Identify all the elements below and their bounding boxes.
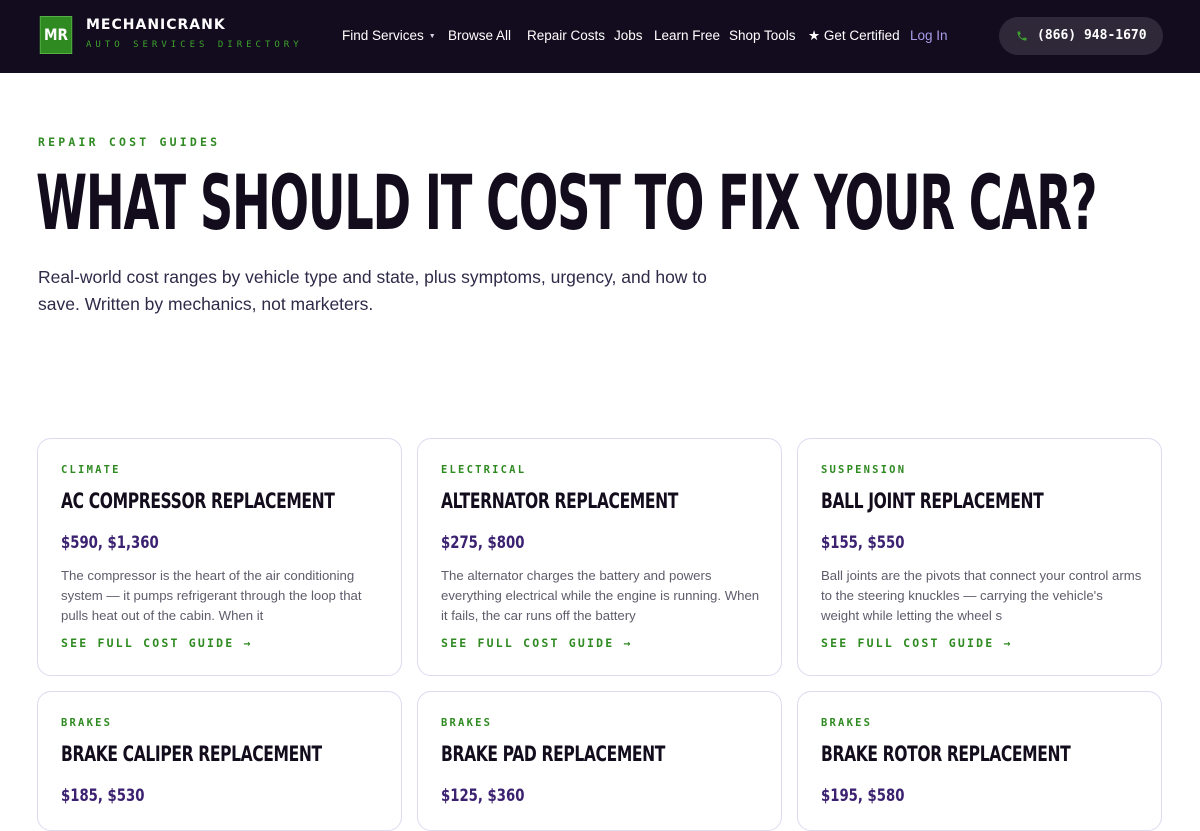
nav-jobs[interactable]: Jobs xyxy=(614,28,643,43)
card-description: The compressor is the heart of the air c… xyxy=(61,568,362,624)
card-price: $195, $580 xyxy=(821,786,905,806)
card-title[interactable]: BRAKE CALIPER REPLACEMENT xyxy=(61,742,322,766)
see-cost-guide-link[interactable]: SEE FULL COST GUIDE → xyxy=(61,636,253,650)
cost-card[interactable]: ELECTRICAL ALTERNATOR REPLACEMENT $275, … xyxy=(417,438,782,676)
phone-button[interactable]: (866) 948-1670 xyxy=(999,17,1163,55)
cost-card[interactable]: SUSPENSION BALL JOINT REPLACEMENT $155, … xyxy=(797,438,1162,676)
brand-tagline: AUTO SERVICES DIRECTORY xyxy=(86,40,303,50)
card-title[interactable]: BRAKE PAD REPLACEMENT xyxy=(441,742,665,766)
card-category: CLIMATE xyxy=(61,464,121,476)
page-title: WHAT SHOULD IT COST TO FIX YOUR CAR? xyxy=(36,158,1098,247)
card-price: $590, $1,360 xyxy=(61,533,159,553)
card-title[interactable]: BALL JOINT REPLACEMENT xyxy=(821,489,1044,513)
see-cost-guide-link[interactable]: SEE FULL COST GUIDE → xyxy=(441,636,633,650)
login-link[interactable]: Log In xyxy=(910,28,948,43)
nav-learn-free[interactable]: Learn Free xyxy=(654,28,720,43)
nav-find-services-label: Find Services xyxy=(342,28,424,43)
hero-eyebrow: REPAIR COST GUIDES xyxy=(38,135,221,149)
nav-browse-all[interactable]: Browse All xyxy=(448,28,511,43)
card-price: $125, $360 xyxy=(441,786,525,806)
card-price: $275, $800 xyxy=(441,533,525,553)
nav-get-certified[interactable]: ★ Get Certified xyxy=(808,28,900,44)
card-description: Ball joints are the pivots that connect … xyxy=(821,568,1142,624)
logo-mark[interactable]: MR xyxy=(39,16,73,54)
cost-card[interactable]: BRAKES BRAKE PAD REPLACEMENT $125, $360 xyxy=(417,691,782,831)
card-category: BRAKES xyxy=(441,717,493,729)
card-category: ELECTRICAL xyxy=(441,464,527,476)
nav-shop-tools[interactable]: Shop Tools xyxy=(729,28,796,43)
nav-repair-costs[interactable]: Repair Costs xyxy=(527,28,605,43)
brand-name[interactable]: MECHANICRANK xyxy=(86,17,226,33)
nav-find-services[interactable]: Find Services ▼ xyxy=(342,28,436,43)
card-title[interactable]: BRAKE ROTOR REPLACEMENT xyxy=(821,742,1071,766)
site-header: MR MECHANICRANK AUTO SERVICES DIRECTORY … xyxy=(0,0,1200,73)
caret-down-icon: ▼ xyxy=(428,32,436,40)
phone-icon xyxy=(1017,31,1027,41)
card-title[interactable]: ALTERNATOR REPLACEMENT xyxy=(441,489,678,513)
card-description: The alternator charges the battery and p… xyxy=(441,568,760,624)
card-title[interactable]: AC COMPRESSOR REPLACEMENT xyxy=(61,489,335,513)
phone-number: (866) 948-1670 xyxy=(1037,28,1147,43)
cost-card[interactable]: BRAKES BRAKE ROTOR REPLACEMENT $195, $58… xyxy=(797,691,1162,831)
see-cost-guide-link[interactable]: SEE FULL COST GUIDE → xyxy=(821,636,1013,650)
card-category: BRAKES xyxy=(821,717,873,729)
card-price: $155, $550 xyxy=(821,533,905,553)
card-category: SUSPENSION xyxy=(821,464,907,476)
hero-subtitle: Real-world cost ranges by vehicle type a… xyxy=(38,267,707,314)
cost-card[interactable]: CLIMATE AC COMPRESSOR REPLACEMENT $590, … xyxy=(37,438,402,676)
cost-card[interactable]: BRAKES BRAKE CALIPER REPLACEMENT $185, $… xyxy=(37,691,402,831)
card-category: BRAKES xyxy=(61,717,113,729)
card-price: $185, $530 xyxy=(61,786,145,806)
